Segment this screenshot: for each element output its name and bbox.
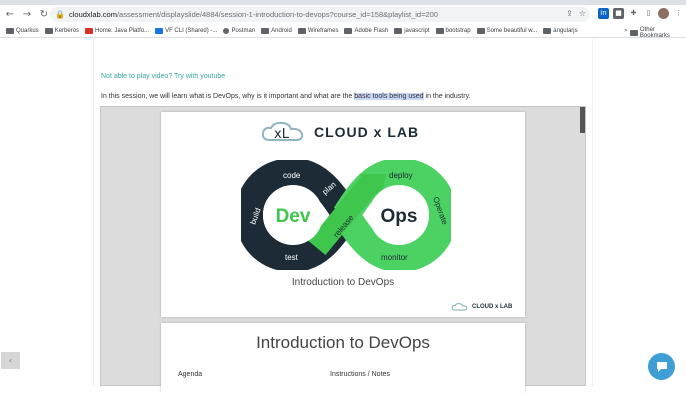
extension-icon[interactable]: ■ [613, 8, 624, 19]
browser-toolbar: ← → ↻ 🔒 cloudxlab.com/assessment/display… [0, 5, 686, 24]
bookmark-item[interactable]: Android [261, 27, 292, 34]
sidepanel-icon[interactable]: ▯ [643, 8, 654, 19]
agenda-heading: Agenda [178, 371, 203, 378]
folder-icon [261, 27, 270, 34]
page-content: Not able to play video? Try with youtube… [0, 39, 686, 393]
bookmark-label: angularjs [553, 27, 578, 34]
star-icon[interactable]: ☆ [579, 9, 586, 18]
more-bookmarks-icon[interactable]: » [624, 27, 628, 34]
bookmark-item[interactable]: VF CLI (Shared) -... [155, 27, 218, 34]
dev-label: Dev [276, 206, 311, 227]
back-arrow-icon[interactable]: ← [3, 8, 17, 22]
bookmark-item[interactable]: Wireframes [297, 27, 339, 34]
bookmark-item[interactable]: Home: Java Platfo... [85, 27, 150, 34]
intro-text: In this session, we will learn what is D… [101, 93, 355, 100]
loop-label-test: test [285, 253, 299, 262]
bookmark-item[interactable]: Some beautiful w... [476, 27, 538, 34]
bookmark-item[interactable]: Kerberos [44, 27, 80, 34]
url-host: cloudxlab.com [69, 10, 117, 19]
puzzle-icon[interactable]: ✚ [628, 8, 639, 19]
folder-icon [435, 27, 444, 34]
bookmark-label: VF CLI (Shared) -... [165, 27, 218, 34]
other-bookmarks-label: Other Bookmarks [639, 27, 670, 39]
folder-icon [543, 27, 552, 34]
scrollbar-thumb[interactable] [580, 107, 585, 133]
bookmark-item[interactable]: javascript [394, 27, 430, 34]
other-bookmarks[interactable]: Other Bookmarks [630, 27, 686, 39]
brand-name: CLOUD x LAB [314, 124, 420, 140]
bookmark-item[interactable]: bootstrap [435, 27, 471, 34]
bookmark-label: Android [271, 27, 292, 34]
svg-text:xL: xL [274, 127, 290, 142]
share-icon[interactable]: ⇪ [566, 9, 573, 18]
intro-text-end: in the industry. [423, 93, 471, 100]
java-icon [85, 27, 94, 34]
bookmark-item[interactable]: Postman [223, 27, 256, 34]
url-path: /assessment/displayslide/4884/session-1-… [116, 10, 438, 19]
footer-brand-name: CLOUD x LAB [472, 304, 513, 310]
bookmark-label: javascript [404, 27, 430, 34]
chevron-left-icon: ‹ [8, 356, 13, 365]
session-intro: In this session, we will learn what is D… [101, 93, 471, 100]
bookmark-item[interactable]: Quarkus [6, 27, 39, 34]
slide-devops-title: xL CLOUD x LAB Dev Ops code build test p… [161, 112, 525, 317]
address-bar[interactable]: 🔒 cloudxlab.com/assessment/displayslide/… [50, 7, 590, 22]
slide-viewer[interactable]: xL CLOUD x LAB Dev Ops code build test p… [100, 106, 586, 393]
folder-icon [44, 27, 53, 34]
bookmark-label: bootstrap [445, 27, 471, 34]
chat-bubble-icon [656, 361, 667, 372]
folder-icon [394, 27, 403, 34]
folder-icon [344, 27, 353, 34]
globe-icon [223, 27, 230, 34]
vf-icon [155, 27, 164, 34]
content-divider [592, 39, 593, 386]
lock-icon: 🔒 [55, 10, 65, 19]
bookmark-label: Wireframes [307, 27, 339, 34]
url-text: cloudxlab.com/assessment/displayslide/48… [69, 10, 438, 19]
folder-icon [6, 27, 14, 34]
folder-icon [297, 27, 306, 34]
loop-label-monitor: monitor [381, 253, 408, 262]
bookmark-item[interactable]: Adobe Flash [344, 27, 389, 34]
collapse-button[interactable]: ‹ [1, 352, 20, 369]
loop-label-code: code [283, 171, 301, 180]
bookmark-label: Some beautiful w... [486, 27, 538, 34]
chat-button[interactable] [648, 353, 675, 380]
bookmark-label: Adobe Flash [354, 27, 389, 34]
slide-agenda: Introduction to DevOps Agenda Instructio… [161, 323, 525, 393]
cloud-logo-small-icon [451, 303, 468, 311]
slide-caption: Introduction to DevOps [291, 277, 395, 288]
menu-icon[interactable]: ⋮ [673, 8, 684, 19]
slide2-title: Introduction to DevOps [256, 333, 430, 352]
bookmarks-bar: Quarkus Kerberos Home: Java Platfo... VF… [0, 24, 686, 39]
youtube-link[interactable]: Not able to play video? Try with youtube [101, 73, 225, 80]
content-divider [93, 39, 94, 386]
bookmark-item[interactable]: angularjs [543, 27, 578, 34]
ops-label: Ops [381, 206, 418, 227]
linkedin-extension-icon[interactable]: in [598, 8, 609, 19]
profile-avatar[interactable] [658, 8, 669, 19]
cloud-logo-icon: xL [261, 121, 304, 142]
folder-icon [630, 30, 638, 36]
loop-label-deploy: deploy [389, 171, 413, 180]
notes-heading: Instructions / Notes [330, 371, 390, 378]
devops-infinity-diagram: Dev Ops code build test plan release dep… [241, 160, 451, 270]
reload-icon[interactable]: ↻ [37, 8, 51, 22]
bookmark-label: Quarkus [16, 27, 39, 34]
folder-icon [476, 27, 485, 34]
bookmark-label: Home: Java Platfo... [95, 27, 150, 34]
cloudxlab-logo: xL CLOUD x LAB [260, 120, 419, 144]
footer-logo: CLOUD x LAB [451, 302, 512, 312]
bookmark-label: Kerberos [54, 27, 80, 34]
forward-arrow-icon[interactable]: → [20, 8, 34, 22]
bookmark-label: Postman [231, 27, 256, 34]
highlighted-text: basic tools being used [354, 93, 424, 100]
